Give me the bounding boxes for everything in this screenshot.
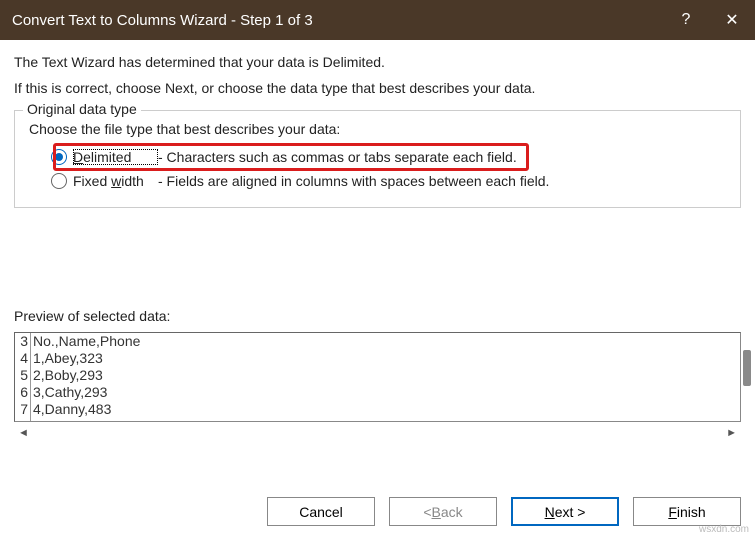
next-button[interactable]: Next >: [511, 497, 619, 526]
titlebar: Convert Text to Columns Wizard - Step 1 …: [0, 0, 755, 40]
radio-fixed-width-desc: - Fields are aligned in columns with spa…: [158, 173, 549, 189]
intro-line-1: The Text Wizard has determined that your…: [14, 54, 741, 70]
radio-fixed-width-circle[interactable]: [51, 173, 67, 189]
vertical-scrollbar[interactable]: [743, 350, 751, 386]
back-button[interactable]: < Back: [389, 497, 497, 526]
preview-row: 41,Abey,323: [15, 350, 740, 367]
scroll-right-icon[interactable]: ►: [726, 427, 737, 439]
dialog-title: Convert Text to Columns Wizard - Step 1 …: [12, 12, 663, 29]
radio-fixed-width[interactable]: Fixed width - Fields are aligned in colu…: [29, 169, 726, 193]
help-button[interactable]: ?: [663, 0, 709, 40]
titlebar-buttons: ? ✕: [663, 0, 755, 40]
close-button[interactable]: ✕: [709, 0, 755, 40]
watermark: wsxdn.com: [699, 524, 749, 535]
preview-label: Preview of selected data:: [14, 308, 741, 324]
scroll-left-icon[interactable]: ◄: [18, 427, 29, 439]
intro-line-2: If this is correct, choose Next, or choo…: [14, 80, 741, 96]
button-bar: Cancel < Back Next > Finish: [267, 497, 741, 526]
radio-fixed-width-label: Fixed width: [73, 173, 158, 189]
preview-row: 3No.,Name,Phone: [15, 333, 740, 350]
preview-box: 3No.,Name,Phone 41,Abey,323 52,Boby,293 …: [14, 332, 741, 422]
preview-row: 52,Boby,293: [15, 367, 740, 384]
preview-wrap: 3No.,Name,Phone 41,Abey,323 52,Boby,293 …: [14, 332, 741, 422]
group-legend: Original data type: [23, 101, 141, 117]
preview-row: 85,Earnesto,515: [15, 418, 740, 422]
preview-row: 74,Danny,483: [15, 401, 740, 418]
preview-row: 63,Cathy,293: [15, 384, 740, 401]
finish-button[interactable]: Finish: [633, 497, 741, 526]
dialog-content: The Text Wizard has determined that your…: [0, 40, 755, 442]
horizontal-scrollbar[interactable]: ◄ ►: [14, 424, 741, 442]
radio-delimited[interactable]: Delimited - Characters such as commas or…: [29, 145, 726, 169]
group-instruction: Choose the file type that best describes…: [29, 121, 726, 137]
radio-delimited-desc: - Characters such as commas or tabs sepa…: [158, 149, 517, 165]
cancel-button[interactable]: Cancel: [267, 497, 375, 526]
radio-delimited-label: Delimited: [73, 149, 158, 165]
original-data-type-group: Original data type Choose the file type …: [14, 110, 741, 208]
radio-delimited-circle[interactable]: [51, 149, 67, 165]
